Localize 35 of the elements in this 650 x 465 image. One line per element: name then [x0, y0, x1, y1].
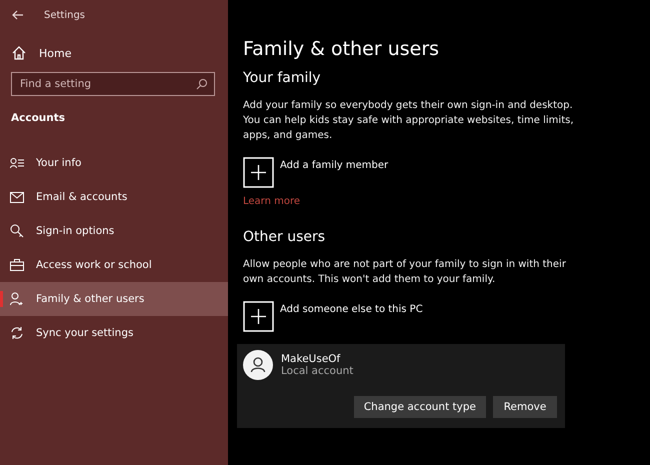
- back-arrow-icon[interactable]: [12, 10, 24, 20]
- nav-item[interactable]: Your info: [0, 146, 228, 180]
- search-field[interactable]: Find a setting: [11, 72, 215, 96]
- account-action-button[interactable]: Remove: [493, 396, 557, 418]
- plus-icon: [243, 301, 274, 332]
- nav-item[interactable]: Sync your settings: [0, 316, 228, 350]
- person-list-icon: [10, 157, 24, 169]
- account-panel[interactable]: MakeUseOf Local account Change account type Remove: [237, 344, 565, 428]
- nav-item[interactable]: Sign-in options: [0, 214, 228, 248]
- mail-icon: [10, 192, 24, 202]
- plus-icon: [243, 157, 274, 188]
- nav-item[interactable]: Access work or school: [0, 248, 228, 282]
- learn-more-link[interactable]: Learn more: [243, 196, 300, 207]
- nav-item[interactable]: Email & accounts: [0, 180, 228, 214]
- add-user-button[interactable]: Add someone else to this PC: [243, 301, 423, 332]
- person-icon: [10, 292, 24, 306]
- home-link[interactable]: Home: [12, 46, 228, 60]
- window-title: Settings: [44, 10, 86, 20]
- account-action-button[interactable]: Change account type: [354, 396, 486, 418]
- section-heading: Accounts: [11, 112, 66, 124]
- account-type: Local account: [281, 365, 354, 377]
- nav-item[interactable]: Family & other users: [0, 282, 228, 316]
- sync-icon: [10, 326, 24, 340]
- description-text: Allow people who are not part of your family to sign in with their own accounts. This won't add them to your family.: [243, 258, 567, 287]
- section-heading: Other users: [243, 229, 326, 245]
- user-avatar-icon: [243, 350, 273, 380]
- account-name: MakeUseOf: [281, 353, 342, 365]
- section-heading: Your family: [243, 70, 321, 86]
- description-text: Add your family so everybody gets their own sign-in and desktop. You can help kids stay safe with appropriate websites, time limits, apps, and games.: [243, 99, 575, 143]
- key-icon: [10, 224, 24, 238]
- search-icon: [196, 78, 208, 90]
- home-icon: [12, 46, 26, 60]
- briefcase-icon: [10, 259, 24, 271]
- add-family-member-button[interactable]: Add a family member: [243, 157, 388, 188]
- page-title: Family & other users: [243, 38, 440, 60]
